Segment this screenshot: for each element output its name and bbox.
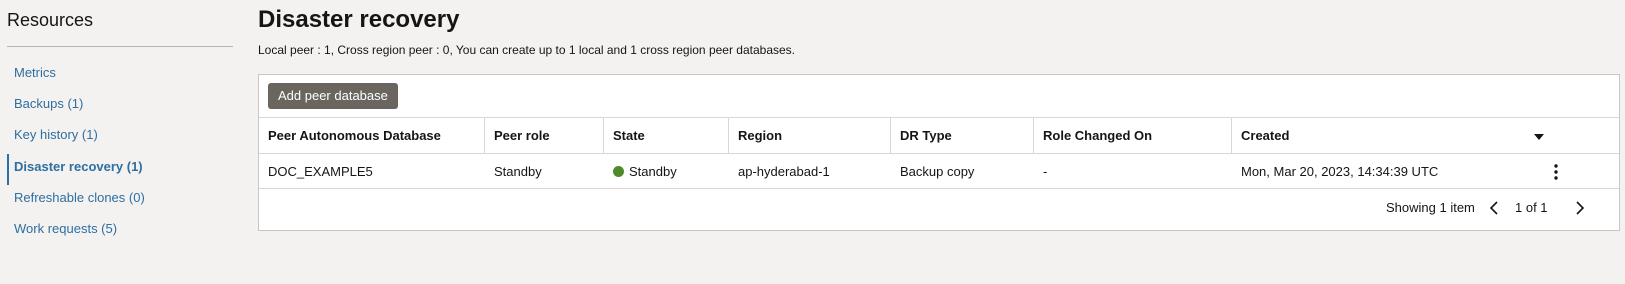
column-header-dr-type[interactable]: DR Type xyxy=(891,118,1034,153)
cell-state: Standby xyxy=(604,154,729,189)
status-dot-icon xyxy=(613,166,624,177)
showing-count: Showing 1 item xyxy=(1386,200,1475,215)
column-header-peer-role[interactable]: Peer role xyxy=(485,118,604,153)
resources-divider xyxy=(7,46,233,47)
chevron-right-icon[interactable] xyxy=(1573,198,1587,218)
sidebar-item-metrics[interactable]: Metrics xyxy=(7,60,233,91)
add-peer-database-button[interactable]: Add peer database xyxy=(268,83,398,109)
state-label: Standby xyxy=(629,164,677,179)
peer-databases-panel: Add peer database Peer Autonomous Databa… xyxy=(258,74,1620,231)
resources-title: Resources xyxy=(7,10,94,30)
peer-summary-text: Local peer : 1, Cross region peer : 0, Y… xyxy=(258,43,796,57)
table-footer: Showing 1 item 1 of 1 xyxy=(259,193,1619,223)
kebab-menu-icon[interactable] xyxy=(1549,163,1563,181)
cell-dr-type: Backup copy xyxy=(900,164,975,179)
cell-region: ap-hyderabad-1 xyxy=(738,164,830,179)
column-header-role-changed-on[interactable]: Role Changed On xyxy=(1034,118,1232,153)
column-header-created[interactable]: Created xyxy=(1232,118,1532,153)
peer-databases-table: Peer Autonomous Database Peer role State… xyxy=(259,117,1619,189)
page-title: Disaster recovery xyxy=(258,6,460,33)
chevron-left-icon[interactable] xyxy=(1487,198,1501,218)
caret-down-icon[interactable] xyxy=(1532,130,1546,144)
table-header-row: Peer Autonomous Database Peer role State… xyxy=(259,117,1619,153)
resources-sidebar: Resources Metrics Backups (1) Key histor… xyxy=(0,0,233,284)
cell-peer-db: DOC_EXAMPLE5 xyxy=(268,164,373,179)
cell-role-changed-on: - xyxy=(1043,164,1048,179)
column-header-state[interactable]: State xyxy=(604,118,729,153)
resources-nav: Metrics Backups (1) Key history (1) Disa… xyxy=(7,60,233,247)
column-header-region[interactable]: Region xyxy=(729,118,891,153)
sidebar-item-backups[interactable]: Backups (1) xyxy=(7,91,233,122)
column-header-peer-db[interactable]: Peer Autonomous Database xyxy=(259,118,485,153)
sidebar-item-key-history[interactable]: Key history (1) xyxy=(7,122,233,153)
sidebar-item-refreshable-clones[interactable]: Refreshable clones (0) xyxy=(7,185,233,216)
cell-created: Mon, Mar 20, 2023, 14:34:39 UTC xyxy=(1241,164,1439,179)
table-row: DOC_EXAMPLE5 Standby Standby ap-hyderaba… xyxy=(259,153,1619,189)
page-indicator: 1 of 1 xyxy=(1515,200,1548,215)
cell-peer-role: Standby xyxy=(494,164,542,179)
sidebar-item-work-requests[interactable]: Work requests (5) xyxy=(7,216,233,247)
sidebar-item-disaster-recovery[interactable]: Disaster recovery (1) xyxy=(7,153,233,185)
